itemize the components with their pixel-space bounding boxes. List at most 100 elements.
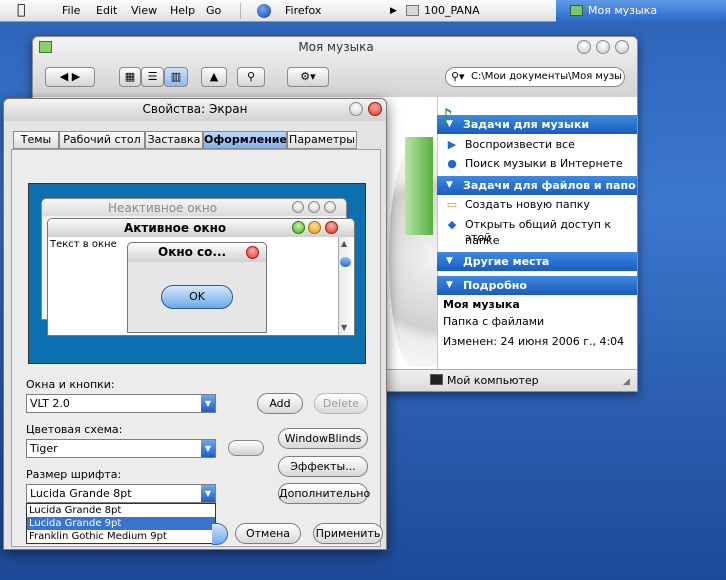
display-properties-dialog: Свойства: Экран Темы Рабочий стол Застав… (3, 98, 387, 550)
search-field[interactable]: ⚲▾ C:\Мои документы\Моя музы (445, 67, 625, 87)
windows-buttons-label: Окна и кнопки: (26, 378, 115, 391)
font-option[interactable]: Lucida Grande 8pt (27, 504, 215, 517)
columns-icon: ▥ (170, 70, 182, 83)
dropdown-arrow-icon: ▼ (201, 485, 215, 502)
tab-desktop[interactable]: Рабочий стол (59, 131, 145, 149)
inactive-dot-icon (324, 201, 336, 213)
icon-view-button[interactable]: ▦ (119, 67, 141, 87)
eject-icon: ▲ (209, 70, 219, 83)
search-path-text: C:\Мои документы\Моя музы (471, 71, 623, 82)
file-tasks-header[interactable]: ▼ Задачи для файлов и папо (437, 176, 637, 195)
magnifier-icon: ⚲ (246, 70, 256, 83)
resize-grip-icon[interactable]: ◢ (623, 377, 630, 387)
collapse-icon: ▼ (446, 280, 453, 290)
music-tasks-title: Задачи для музыки (463, 118, 590, 131)
menu-go[interactable]: Go (206, 4, 221, 17)
folder-icon (570, 5, 583, 16)
share-icon: ◆ (447, 218, 457, 231)
tab-themes[interactable]: Темы (13, 131, 59, 149)
task-play-all[interactable]: Воспроизвести все (465, 138, 575, 151)
tab-screensaver[interactable]: Заставка (145, 131, 203, 149)
search-button[interactable]: ⚲ (237, 67, 265, 87)
details-modified: Изменен: 24 июня 2006 г., 4:04 (443, 335, 625, 348)
action-button[interactable]: ⚙▾ (287, 67, 329, 87)
apple-icon[interactable]:  (17, 2, 25, 18)
arrow-right-icon: ▶ (390, 6, 397, 16)
task-share-folder-cont[interactable]: папке (465, 234, 500, 247)
search-icon: ⚲▾ (451, 70, 465, 83)
color-scheme-select[interactable]: Tiger ▼ (26, 439, 216, 458)
list-icon: ☰ (147, 70, 158, 83)
inactive-title: Неактивное окно (108, 201, 218, 215)
active-window-menu[interactable]: Моя музыка (556, 0, 726, 22)
inactive-dot-icon (292, 201, 304, 213)
tab-appearance[interactable]: Оформление (203, 131, 287, 149)
forward-arrow-icon: ▶ (71, 70, 81, 83)
details-title: Подробно (463, 279, 527, 292)
active-minimize-icon (308, 221, 321, 234)
active-zoom-icon (292, 221, 305, 234)
advanced-button[interactable]: Дополнительно (278, 483, 370, 504)
details-header[interactable]: ▼ Подробно (437, 276, 637, 295)
msgbox-close-icon (246, 246, 259, 259)
windowblinds-button[interactable]: WindowBlinds (278, 428, 368, 449)
globe-search-icon: ● (447, 157, 457, 170)
cancel-button[interactable]: Отмена (235, 523, 301, 544)
font-option[interactable]: Franklin Gothic Medium 9pt (27, 530, 215, 543)
other-places-header[interactable]: ▼ Другие места (437, 252, 637, 271)
delete-button[interactable]: Delete (314, 393, 368, 414)
font-option-highlighted[interactable]: Lucida Grande 9pt (27, 517, 215, 530)
msgbox-title: Окно со... (158, 245, 227, 259)
menu-view[interactable]: View (131, 4, 157, 17)
windows-buttons-select[interactable]: VLT 2.0 ▼ (26, 394, 216, 413)
dropdown-arrow-icon: ▼ (201, 440, 215, 457)
dialog-close-button[interactable] (368, 102, 382, 116)
list-view-button[interactable]: ☰ (141, 67, 164, 87)
window-icon (406, 5, 419, 16)
close-button[interactable] (615, 40, 629, 54)
font-size-value: Lucida Grande 8pt (30, 487, 132, 500)
minimize-button[interactable] (577, 40, 591, 54)
font-size-label: Размер шрифта: (26, 468, 122, 481)
details-name: Моя музыка (443, 298, 520, 311)
effects-button[interactable]: Эффекты... (278, 456, 368, 477)
menu-help[interactable]: Help (170, 4, 195, 17)
status-text: Мой компьютер (447, 374, 539, 387)
eject-button[interactable]: ▲ (201, 67, 227, 87)
grid-icon: ▦ (124, 70, 136, 83)
add-button[interactable]: Add (257, 393, 303, 414)
file-tasks-title: Задачи для файлов и папо (463, 179, 636, 192)
scroll-down-icon: ▼ (341, 323, 348, 332)
menu-folder[interactable]: 100_PANA (424, 4, 480, 17)
menu-separator (240, 3, 241, 19)
menu-edit[interactable]: Edit (96, 4, 117, 17)
music-note-icon (405, 137, 433, 235)
collapse-icon: ▼ (446, 180, 453, 190)
inactive-dot-icon (308, 201, 320, 213)
zoom-button[interactable] (596, 40, 610, 54)
tab-settings[interactable]: Параметры (287, 131, 357, 149)
preview-scrollbar: ▲ ▼ (338, 237, 352, 335)
details-type: Папка с файлами (443, 315, 545, 328)
menu-file[interactable]: File (62, 4, 80, 17)
preview-message-box: Окно со... OK (127, 242, 267, 333)
dialog-help-button[interactable] (349, 102, 363, 116)
scroll-up-icon: ▲ (341, 239, 348, 248)
preview-ok-button: OK (161, 285, 233, 309)
task-new-folder[interactable]: Создать новую папку (465, 198, 590, 211)
music-tasks-header[interactable]: ▼ Задачи для музыки (437, 115, 637, 134)
computer-icon (430, 374, 443, 385)
back-forward-button[interactable]: ◀ ▶ (45, 67, 95, 87)
scroll-thumb (340, 257, 351, 267)
font-size-select[interactable]: Lucida Grande 8pt ▼ (26, 484, 216, 503)
font-size-dropdown-list: Lucida Grande 8pt Lucida Grande 9pt Fran… (26, 503, 216, 544)
collapse-icon: ▼ (446, 256, 453, 266)
task-search-music[interactable]: Поиск музыки в Интернете (465, 157, 623, 170)
apply-button[interactable]: Применить (313, 523, 383, 544)
menu-browser[interactable]: Firefox (285, 4, 321, 17)
active-window-label: Моя музыка (588, 4, 658, 17)
menu-bar:  File Edit View Help Go Firefox ▶ 100_P… (0, 0, 726, 22)
column-view-button[interactable]: ▥ (164, 67, 188, 87)
active-close-icon (325, 221, 338, 234)
music-note-large-icon: ♪ (439, 105, 454, 130)
